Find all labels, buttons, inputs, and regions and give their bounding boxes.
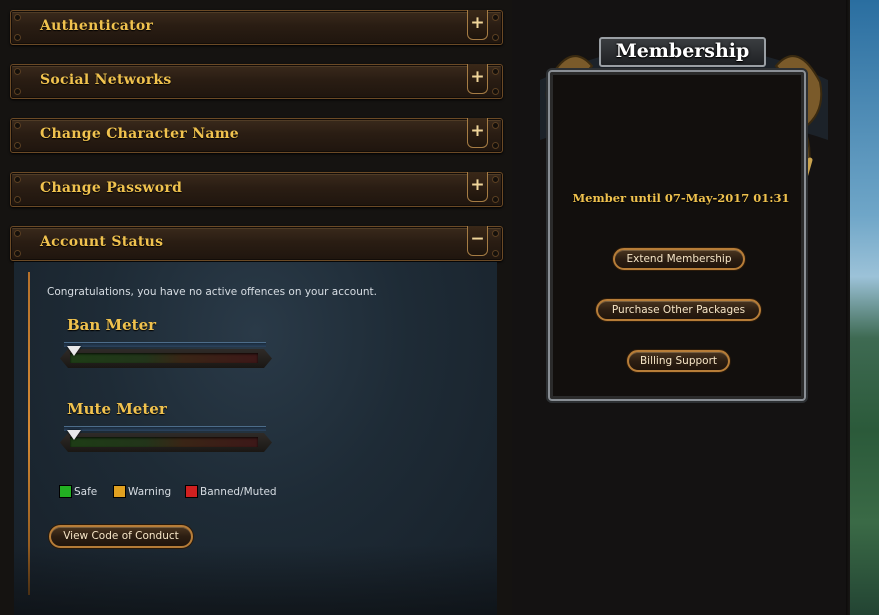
view-code-of-conduct-button[interactable]: View Code of Conduct	[49, 525, 193, 548]
expand-plus-icon[interactable]: +	[467, 64, 488, 94]
bolt-decoration	[14, 250, 21, 257]
bolt-decoration	[14, 230, 21, 237]
bolt-decoration	[492, 122, 499, 129]
meter-marker-icon	[67, 430, 81, 440]
bolt-decoration	[492, 196, 499, 203]
accordion-change-password[interactable]: Change Password +	[10, 172, 503, 207]
status-message: Congratulations, you have no active offe…	[47, 286, 377, 298]
bolt-decoration	[492, 142, 499, 149]
account-status-panel: Congratulations, you have no active offe…	[14, 262, 497, 615]
meter-fill	[70, 437, 258, 447]
accordion-title: Account Status	[40, 234, 164, 250]
background-scenery	[846, 0, 879, 615]
accordion-authenticator[interactable]: Authenticator +	[10, 10, 503, 45]
bolt-decoration	[14, 88, 21, 95]
meter-marker-icon	[67, 346, 81, 356]
accordion-title: Authenticator	[40, 18, 154, 34]
legend-safe-swatch	[59, 485, 72, 498]
bolt-decoration	[14, 176, 21, 183]
bolt-decoration	[14, 34, 21, 41]
bolt-decoration	[14, 196, 21, 203]
meter-fill	[70, 353, 258, 363]
accordion-social-networks[interactable]: Social Networks +	[10, 64, 503, 99]
accordion-title: Social Networks	[40, 72, 172, 88]
billing-support-button[interactable]: Billing Support	[627, 350, 730, 372]
meter-top-line	[64, 342, 266, 347]
bolt-decoration	[492, 34, 499, 41]
bolt-decoration	[492, 88, 499, 95]
ban-meter	[58, 342, 274, 370]
legend-warning-label: Warning	[128, 486, 172, 498]
bolt-decoration	[492, 14, 499, 21]
mute-meter-title: Mute Meter	[67, 400, 167, 418]
accordion-title: Change Character Name	[40, 126, 240, 142]
legend-banned-label: Banned/Muted	[200, 486, 277, 498]
accordion-change-character-name[interactable]: Change Character Name +	[10, 118, 503, 153]
purchase-other-packages-button[interactable]: Purchase Other Packages	[596, 299, 761, 321]
bolt-decoration	[14, 68, 21, 75]
bolt-decoration	[492, 68, 499, 75]
membership-frame: Membership Member until 07-May-2017 01:3…	[540, 20, 828, 404]
membership-title: Membership	[599, 37, 766, 67]
ban-meter-title: Ban Meter	[67, 316, 157, 334]
expand-plus-icon[interactable]: +	[467, 10, 488, 40]
panel-accent-line	[28, 272, 30, 595]
bolt-decoration	[14, 14, 21, 21]
bolt-decoration	[14, 142, 21, 149]
accordion-title: Change Password	[40, 180, 183, 196]
collapse-minus-icon[interactable]: −	[467, 226, 488, 256]
extend-membership-button[interactable]: Extend Membership	[613, 248, 745, 270]
accordion-account-status[interactable]: Account Status −	[10, 226, 503, 261]
expand-plus-icon[interactable]: +	[467, 172, 488, 202]
bolt-decoration	[492, 230, 499, 237]
meter-top-line	[64, 426, 266, 431]
legend-warning-swatch	[113, 485, 126, 498]
legend-safe-label: Safe	[74, 486, 98, 498]
mute-meter	[58, 426, 274, 454]
bolt-decoration	[492, 250, 499, 257]
bolt-decoration	[492, 176, 499, 183]
legend-banned-swatch	[185, 485, 198, 498]
member-until-text: Member until 07-May-2017 01:31	[572, 191, 790, 205]
expand-plus-icon[interactable]: +	[467, 118, 488, 148]
bolt-decoration	[14, 122, 21, 129]
